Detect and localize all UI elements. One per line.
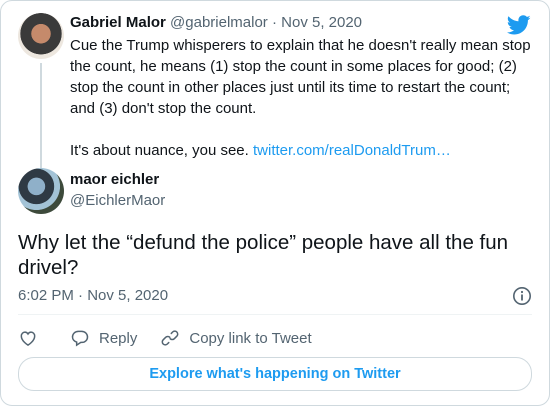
- tweet-actions: Reply Copy link to Tweet: [18, 327, 532, 349]
- author-name[interactable]: maor eichler: [70, 170, 532, 190]
- tweet-paragraph-text: It's about nuance, you see.: [70, 142, 249, 159]
- author-handle[interactable]: @EichlerMaor: [70, 191, 532, 211]
- avatar[interactable]: [18, 168, 64, 214]
- reply-label: Reply: [99, 329, 138, 347]
- separator-dot: ·: [271, 14, 277, 31]
- author-name[interactable]: Gabriel Malor: [70, 14, 166, 31]
- info-icon[interactable]: [512, 286, 532, 306]
- tweet-timestamp[interactable]: 6:02 PM · Nov 5, 2020: [18, 287, 168, 304]
- reply-button[interactable]: Reply: [70, 328, 137, 348]
- tweet-paragraph: It's about nuance, you see. twitter.com/…: [70, 140, 532, 161]
- explore-twitter-button[interactable]: Explore what's happening on Twitter: [18, 357, 532, 391]
- link-icon: [161, 330, 179, 346]
- avatar[interactable]: [18, 13, 64, 59]
- copy-link-label: Copy link to Tweet: [189, 329, 312, 347]
- divider: [18, 314, 532, 315]
- tweet-date[interactable]: Nov 5, 2020: [281, 14, 362, 31]
- parent-tweet[interactable]: Gabriel Malor @gabrielmalor · Nov 5, 202…: [18, 13, 532, 168]
- author-handle[interactable]: @gabrielmalor: [170, 14, 268, 31]
- embedded-tweet-card: Gabriel Malor @gabrielmalor · Nov 5, 202…: [0, 0, 550, 406]
- thread-connector-line: [40, 63, 42, 168]
- tweet-link[interactable]: twitter.com/realDonaldTrum…: [253, 142, 451, 159]
- like-button[interactable]: [18, 328, 38, 348]
- speech-bubble-icon: [71, 330, 89, 347]
- heart-icon: [20, 331, 36, 346]
- parent-tweet-text: Cue the Trump whisperers to explain that…: [70, 35, 532, 161]
- main-tweet-header[interactable]: maor eichler @EichlerMaor: [18, 168, 532, 214]
- parent-tweet-header: Gabriel Malor @gabrielmalor · Nov 5, 202…: [70, 13, 532, 33]
- copy-link-button[interactable]: Copy link to Tweet: [160, 328, 312, 348]
- tweet-paragraph: Cue the Trump whisperers to explain that…: [70, 37, 531, 117]
- main-tweet-text: Why let the “defund the police” people h…: [18, 231, 509, 279]
